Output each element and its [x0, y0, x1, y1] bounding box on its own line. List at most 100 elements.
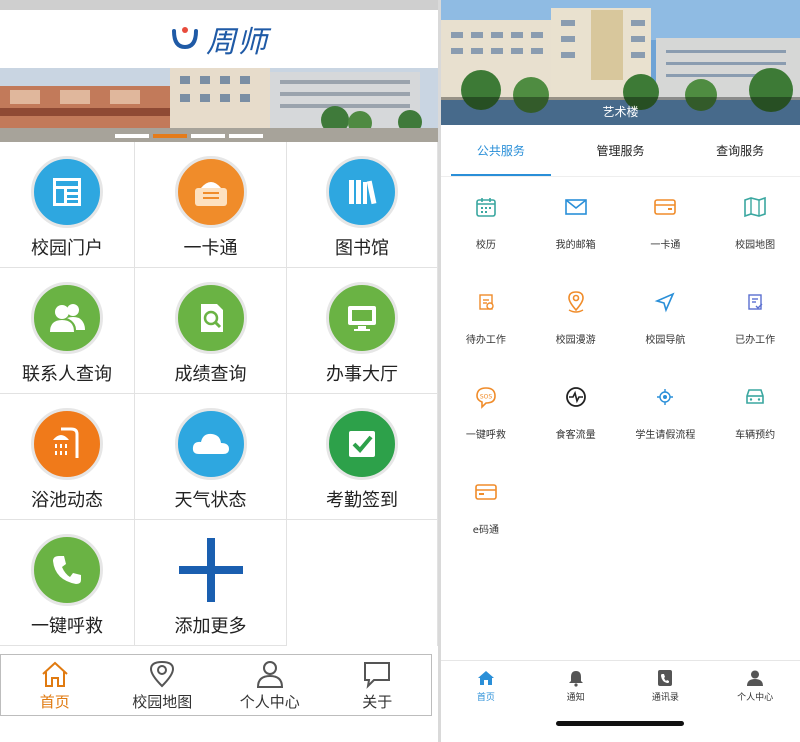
- map-pin-icon: [150, 660, 175, 687]
- tab-public-services[interactable]: 公共服务: [441, 125, 561, 176]
- right-bottom-nav: 首页 通知 通讯录 个人中心: [441, 660, 800, 742]
- weather-icon: [174, 408, 247, 480]
- tab-query-services[interactable]: 查询服务: [680, 125, 800, 176]
- banner-caption: 艺术楼: [441, 97, 800, 125]
- nav-campus-map[interactable]: 校园地图: [109, 655, 217, 715]
- pager-dot[interactable]: [229, 134, 263, 138]
- grid-item-label: 考勤签到: [326, 490, 398, 511]
- card-icon: [650, 192, 680, 222]
- service-label: 校历: [475, 240, 496, 251]
- nav-home[interactable]: 首页: [441, 661, 531, 711]
- screenshot-root: 周师 校园门户 一卡通 图书馆 联系人查询 成绩查询 办事大厅 浴池动态 天气状…: [0, 0, 800, 742]
- card-icon: [174, 156, 247, 228]
- services-grid: 校历 我的邮箱 一卡通 校园地图 待办工作 校园漫游 校园导航 已办工作 SOS…: [441, 190, 800, 570]
- car-icon: [740, 382, 770, 412]
- nav-personal-center[interactable]: 个人中心: [710, 661, 800, 711]
- service-label: 待办工作: [465, 335, 506, 346]
- service-mailbox[interactable]: 我的邮箱: [531, 190, 621, 285]
- flow-icon: [650, 382, 680, 412]
- grid-item-label: 浴池动态: [31, 490, 103, 511]
- logo-text: 周师: [206, 25, 268, 60]
- grid-item-label: 成绩查询: [174, 364, 247, 385]
- nav-label: 首页: [39, 692, 70, 711]
- grid-item-card[interactable]: 一卡通: [135, 142, 287, 268]
- logo-mark-icon: [172, 27, 198, 50]
- grid-item-shower[interactable]: 浴池动态: [0, 394, 135, 520]
- service-card[interactable]: 一卡通: [621, 190, 711, 285]
- person-icon: [256, 660, 283, 688]
- service-hall-icon: [326, 282, 398, 354]
- grid-item-label: 校园门户: [31, 238, 103, 259]
- service-label: 学生请假流程: [635, 430, 696, 441]
- mail-icon: [561, 192, 591, 222]
- service-label: 食客流量: [555, 430, 596, 441]
- service-vehicle-booking[interactable]: 车辆预约: [710, 380, 800, 475]
- contacts-book-icon: [658, 670, 673, 686]
- service-ecode[interactable]: e码通: [441, 475, 531, 570]
- service-label: 校园漫游: [555, 335, 596, 346]
- nav-label: 关于: [362, 692, 393, 711]
- phone-icon: [31, 534, 103, 606]
- app-grid: 校园门户 一卡通 图书馆 联系人查询 成绩查询 办事大厅 浴池动态 天气状态 考…: [0, 142, 438, 646]
- right-app-screen: 艺术楼 公共服务 管理服务 查询服务 校历 我的邮箱 一卡通 校园地图 待办工作…: [441, 0, 800, 742]
- service-campus-map[interactable]: 校园地图: [710, 190, 800, 285]
- grid-item-service-hall[interactable]: 办事大厅: [287, 268, 438, 394]
- service-diner-traffic[interactable]: 食客流量: [531, 380, 621, 475]
- portal-icon: [31, 156, 103, 228]
- grid-empty-cell: [287, 520, 438, 646]
- grid-item-contacts[interactable]: 联系人查询: [0, 268, 135, 394]
- nav-home[interactable]: 首页: [1, 655, 109, 715]
- nav-label: 通讯录: [651, 693, 679, 703]
- nav-personal-center[interactable]: 个人中心: [216, 655, 324, 715]
- home-icon: [477, 671, 494, 685]
- nav-label: 个人中心: [239, 692, 300, 711]
- chat-bubble-icon: [364, 661, 391, 689]
- grid-item-label: 一卡通: [183, 238, 238, 259]
- grid-item-label: 图书馆: [335, 238, 389, 259]
- campus-banner[interactable]: [0, 68, 438, 142]
- service-done-work[interactable]: 已办工作: [710, 285, 800, 380]
- service-student-leave[interactable]: 学生请假流程: [621, 380, 711, 475]
- service-calendar[interactable]: 校历: [441, 190, 531, 285]
- grid-item-checkin[interactable]: 考勤签到: [287, 394, 438, 520]
- grid-item-label: 办事大厅: [326, 364, 398, 385]
- service-label: 我的邮箱: [555, 240, 596, 251]
- map-icon: [740, 192, 770, 222]
- service-label: 校园导航: [645, 335, 686, 346]
- nav-label: 通知: [566, 693, 585, 703]
- grid-item-label: 天气状态: [174, 490, 247, 511]
- todo-icon: [471, 287, 501, 317]
- service-sos[interactable]: SOS 一键呼救: [441, 380, 531, 475]
- pager-dot[interactable]: [115, 134, 149, 138]
- app-logo: 周师: [170, 17, 268, 61]
- ecode-icon: [471, 477, 501, 507]
- pager-dot[interactable]: [191, 134, 225, 138]
- building-banner[interactable]: 艺术楼: [441, 0, 800, 125]
- grid-item-add-more[interactable]: 添加更多: [135, 520, 287, 646]
- calendar-icon: [471, 192, 501, 222]
- nav-about[interactable]: 关于: [324, 655, 432, 715]
- grid-item-sos-call[interactable]: 一键呼救: [0, 520, 135, 646]
- nav-address-book[interactable]: 通讯录: [621, 661, 711, 711]
- service-todo[interactable]: 待办工作: [441, 285, 531, 380]
- grid-item-portal[interactable]: 校园门户: [0, 142, 135, 268]
- home-indicator-bar[interactable]: [556, 721, 684, 726]
- svg-text:SOS: SOS: [480, 394, 493, 401]
- nav-notifications[interactable]: 通知: [531, 661, 621, 711]
- tab-management-services[interactable]: 管理服务: [561, 125, 681, 176]
- grid-item-label: 联系人查询: [22, 364, 112, 385]
- service-campus-navigation[interactable]: 校园导航: [621, 285, 711, 380]
- service-label: 校园地图: [735, 240, 776, 251]
- checkin-icon: [326, 408, 398, 480]
- grid-item-weather[interactable]: 天气状态: [135, 394, 287, 520]
- left-bottom-nav: 首页 校园地图 个人中心 关于: [0, 654, 432, 716]
- pager-dot-active[interactable]: [153, 134, 187, 138]
- nav-label: 个人中心: [737, 693, 774, 703]
- grid-item-grades[interactable]: 成绩查询: [135, 268, 287, 394]
- service-label: e码通: [472, 525, 499, 536]
- service-campus-tour[interactable]: 校园漫游: [531, 285, 621, 380]
- banner-pager-dots[interactable]: [115, 134, 263, 138]
- location-icon: [561, 287, 591, 317]
- grid-item-library[interactable]: 图书馆: [287, 142, 438, 268]
- service-label: 一卡通: [650, 240, 681, 251]
